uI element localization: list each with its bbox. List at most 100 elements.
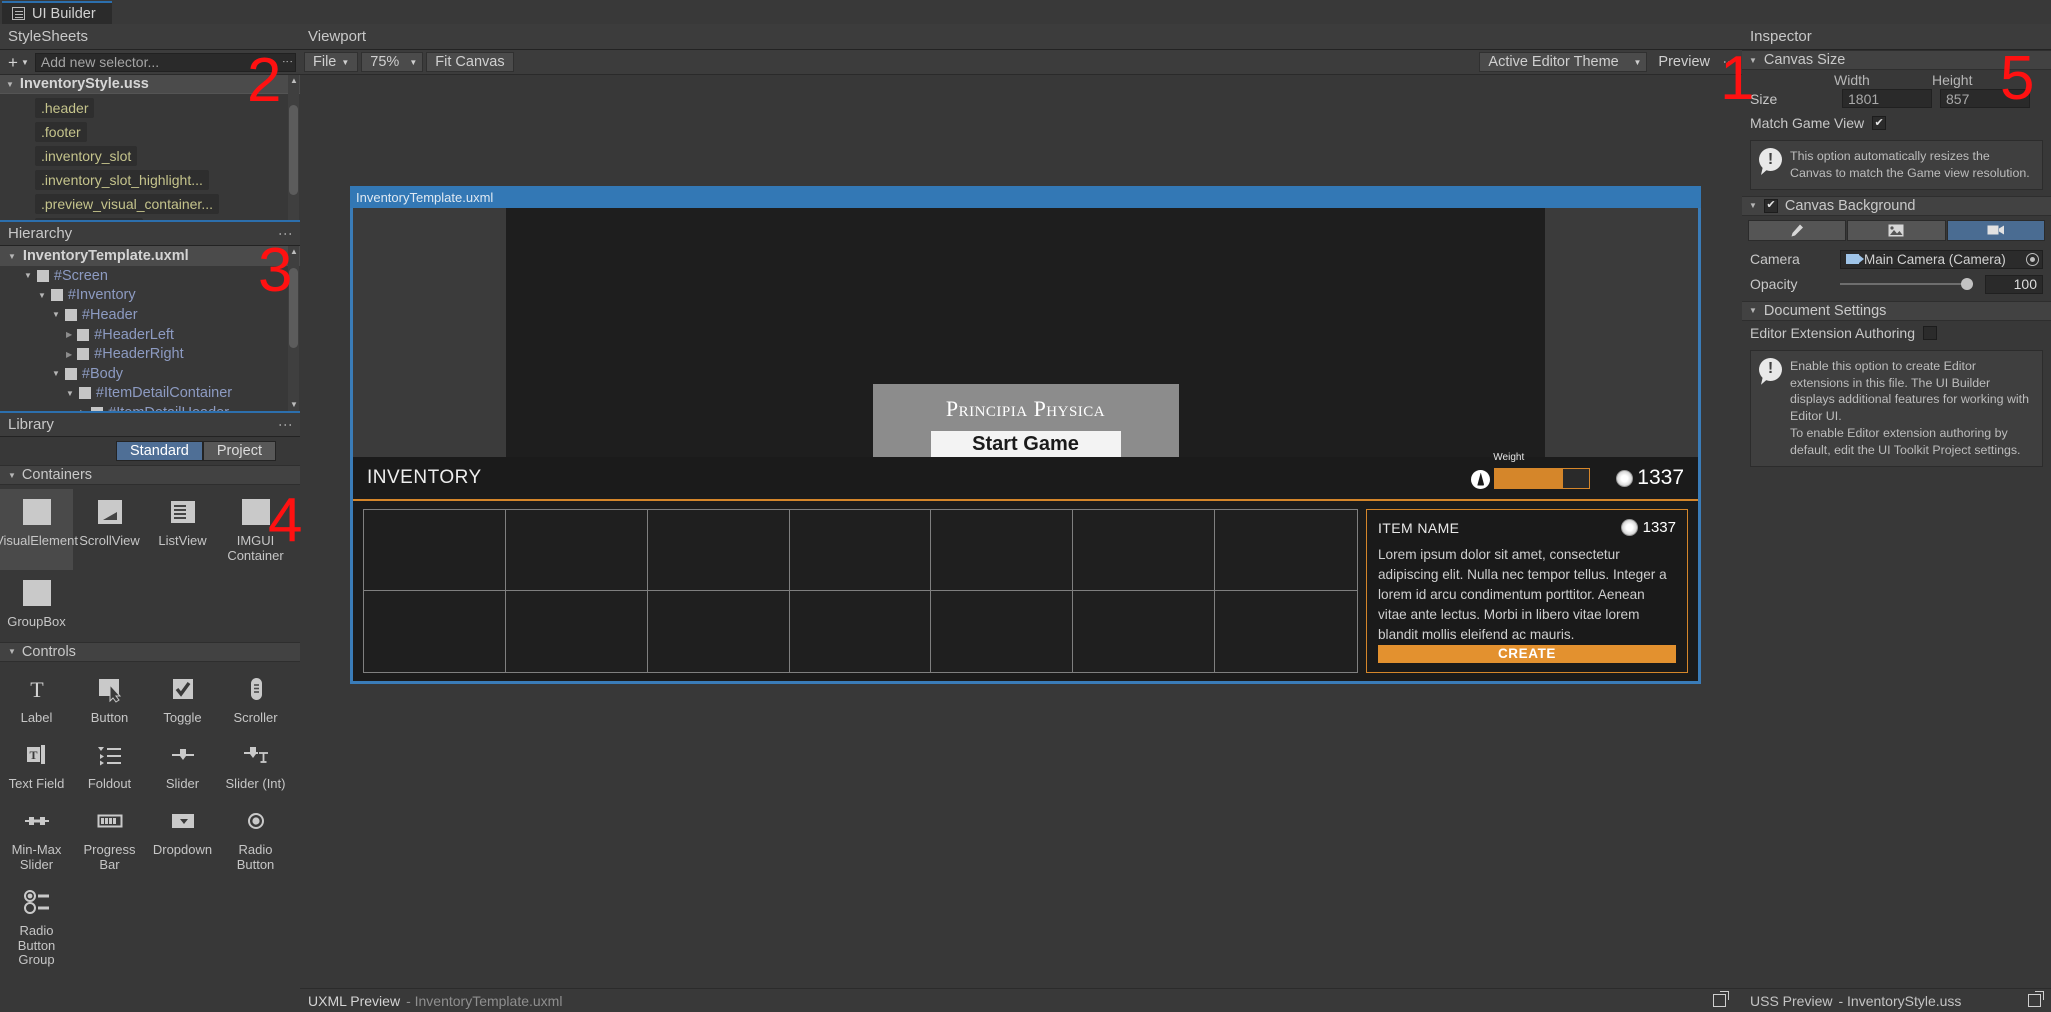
inventory-slot[interactable] — [647, 510, 790, 591]
library-section-containers[interactable]: ▼ Containers — [0, 465, 300, 485]
inventory-slot[interactable] — [931, 510, 1074, 591]
opacity-input[interactable]: 100 — [1985, 274, 2043, 294]
inventory-slot[interactable] — [1215, 510, 1357, 591]
background-mode-color[interactable] — [1748, 219, 1847, 241]
hierarchy-options-icon[interactable]: ⋮ — [278, 227, 294, 241]
hierarchy-node-header[interactable]: ▼ #Header — [0, 305, 300, 325]
chevron-down-icon[interactable]: ▼ — [52, 369, 60, 378]
library-item-min-max-slider[interactable]: Min-Max Slider — [0, 798, 73, 879]
inventory-slot[interactable] — [505, 510, 648, 591]
inventory-slot-grid[interactable] — [363, 509, 1358, 673]
stylesheet-selector-item[interactable]: .preview_visual_container... — [35, 194, 219, 214]
chevron-down-icon[interactable]: ▼ — [6, 80, 14, 89]
open-external-icon[interactable] — [2028, 991, 2044, 1007]
viewport-options-icon[interactable]: ⋮ — [1721, 56, 1742, 68]
library-item-visualelement[interactable]: VisualElement — [0, 489, 78, 570]
hierarchy-root-item[interactable]: ▼ InventoryTemplate.uxml — [0, 246, 300, 266]
inventory-slot[interactable] — [1073, 591, 1216, 672]
scroll-up-icon[interactable]: ▲ — [290, 77, 298, 85]
stylesheet-selector-item[interactable]: .inventory_slot — [35, 146, 138, 166]
hierarchy-node-itemdetailheader[interactable]: ▶#ItemDetailHeader — [0, 403, 300, 411]
inventory-slot[interactable] — [647, 591, 790, 672]
hierarchy-node-headerright[interactable]: ▶ #HeaderRight — [0, 344, 300, 364]
editor-extension-authoring-checkbox[interactable] — [1923, 325, 1937, 340]
library-item-button[interactable]: Button — [73, 666, 146, 732]
chevron-right-icon[interactable]: ▶ — [66, 350, 72, 359]
chevron-down-icon[interactable]: ▼ — [1749, 56, 1757, 65]
open-external-icon[interactable] — [1713, 991, 1729, 1007]
fit-canvas-button[interactable]: Fit Canvas — [426, 52, 514, 72]
library-item-toggle[interactable]: Toggle — [146, 666, 219, 732]
library-item-radio-button-group[interactable]: Radio Button Group — [0, 879, 73, 975]
library-tab-project[interactable]: Project — [202, 441, 276, 461]
library-item-imgui-container[interactable]: IMGUI Container — [219, 489, 292, 570]
add-stylesheet-button[interactable]: + ▼ — [4, 53, 33, 72]
canvas-width-input[interactable]: 1801 — [1842, 89, 1932, 108]
chevron-down-icon[interactable]: ▼ — [8, 471, 16, 480]
chevron-down-icon[interactable]: ▼ — [1749, 306, 1757, 315]
chevron-down-icon[interactable]: ▼ — [1749, 201, 1757, 210]
hierarchy-scrollbar[interactable]: ▲ ▼ — [288, 246, 299, 411]
library-section-controls[interactable]: ▼ Controls — [0, 641, 300, 662]
tab-ui-builder[interactable]: UI Builder — [2, 1, 112, 24]
uxml-canvas[interactable]: InventoryTemplate.uxml Principia Physica… — [350, 186, 1701, 684]
canvas-header[interactable]: InventoryTemplate.uxml — [350, 186, 1701, 208]
scrollbar-thumb[interactable] — [289, 105, 298, 195]
hierarchy-node-headerleft[interactable]: ▶ #HeaderLeft — [0, 325, 300, 345]
hierarchy-node-itemdetailcontainer[interactable]: ▼ #ItemDetailContainer — [0, 384, 300, 404]
chevron-right-icon[interactable]: ▶ — [66, 330, 72, 339]
canvas-background-section-header[interactable]: ▼ ✔ Canvas Background — [1742, 195, 2051, 216]
camera-object-field[interactable]: Main Camera (Camera) — [1840, 249, 2043, 269]
library-item-slider[interactable]: Slider — [146, 732, 219, 798]
chevron-down-icon[interactable]: ▼ — [52, 310, 60, 319]
inventory-slot[interactable] — [1215, 591, 1357, 672]
add-new-selector-input[interactable]: Add new selector... ⋮ — [34, 52, 296, 72]
library-item-text-field[interactable]: T Text Field — [0, 732, 73, 798]
object-picker-icon[interactable] — [2026, 252, 2039, 266]
selector-options-icon[interactable]: ⋮ — [281, 56, 293, 67]
theme-dropdown[interactable]: Active Editor Theme ▼ — [1479, 52, 1648, 72]
start-game-button[interactable]: Start Game — [930, 431, 1121, 458]
hierarchy-node-inventory[interactable]: ▼ #Inventory — [0, 286, 300, 306]
background-mode-image[interactable] — [1847, 219, 1946, 241]
inventory-slot[interactable] — [364, 591, 506, 672]
library-options-icon[interactable]: ⋮ — [278, 418, 294, 432]
chevron-down-icon[interactable]: ▼ — [8, 252, 16, 261]
file-menu-button[interactable]: File ▼ — [304, 52, 359, 72]
canvas-height-input[interactable]: 857 — [1940, 89, 2030, 108]
document-settings-section-header[interactable]: ▼ Document Settings — [1742, 300, 2051, 321]
create-button[interactable]: CREATE — [1378, 644, 1676, 663]
inventory-slot[interactable] — [1073, 510, 1216, 591]
opacity-slider[interactable] — [1840, 278, 1973, 291]
scroll-down-icon[interactable]: ▼ — [290, 401, 298, 409]
library-item-foldout[interactable]: Foldout — [73, 732, 146, 798]
stylesheet-selector-item[interactable]: .header — [35, 98, 95, 118]
stylesheet-selector-item[interactable]: .inventory_slot_highlight... — [35, 170, 209, 190]
library-item-progress-bar[interactable]: Progress Bar — [73, 798, 146, 879]
inventory-slot[interactable] — [505, 591, 648, 672]
preview-button[interactable]: Preview — [1650, 52, 1718, 72]
library-item-dropdown[interactable]: Dropdown — [146, 798, 219, 879]
hierarchy-node-screen[interactable]: ▼ #Screen — [0, 266, 300, 286]
chevron-down-icon[interactable]: ▼ — [38, 291, 46, 300]
library-tab-standard[interactable]: Standard — [116, 441, 203, 461]
chevron-down-icon[interactable]: ▼ — [8, 647, 16, 656]
scroll-up-icon[interactable]: ▲ — [290, 248, 298, 256]
library-item-listview[interactable]: ListView — [146, 489, 219, 570]
library-item-scroller[interactable]: Scroller — [219, 666, 292, 732]
library-item-scrollview[interactable]: ScrollView — [73, 489, 146, 570]
zoom-dropdown[interactable]: 75% ▼ — [361, 52, 424, 72]
canvas-background-checkbox[interactable]: ✔ — [1763, 198, 1778, 213]
library-item-groupbox[interactable]: GroupBox — [0, 570, 73, 636]
match-game-view-checkbox[interactable]: ✔ — [1872, 116, 1887, 130]
background-mode-camera[interactable] — [1946, 219, 2045, 241]
stylesheet-selector-item[interactable]: .footer — [35, 122, 87, 142]
library-item-label[interactable]: T Label — [0, 666, 73, 732]
hierarchy-node-body[interactable]: ▼ #Body — [0, 364, 300, 384]
inventory-slot[interactable] — [789, 591, 932, 672]
chevron-down-icon[interactable]: ▼ — [24, 271, 32, 280]
inventory-slot[interactable] — [364, 510, 506, 591]
scrollbar-thumb[interactable] — [289, 268, 298, 348]
opacity-slider-handle[interactable] — [1961, 278, 1973, 291]
inventory-slot[interactable] — [931, 591, 1074, 672]
